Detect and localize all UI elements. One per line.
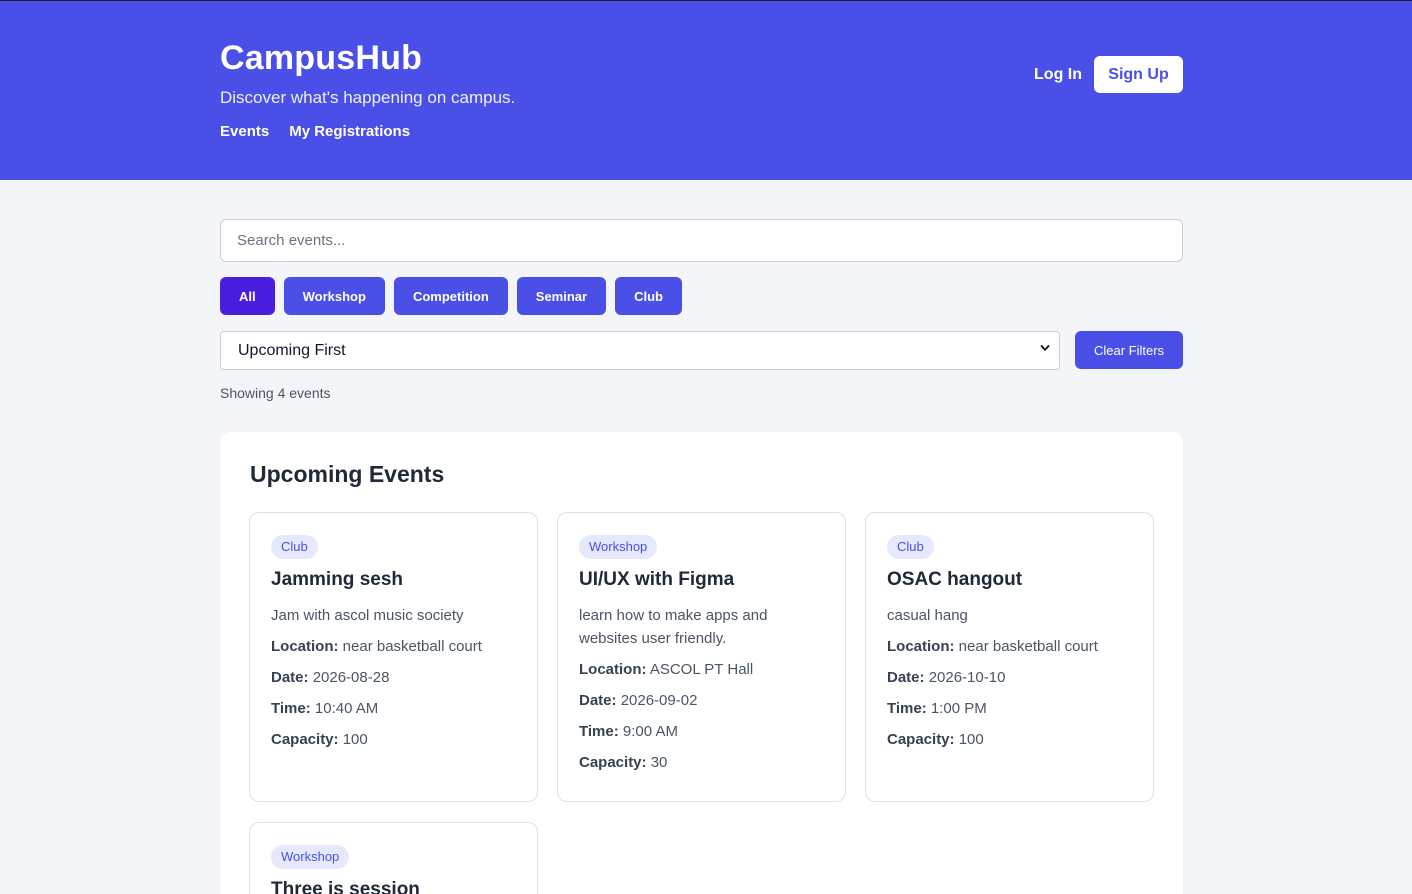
event-title: OSAC hangout	[887, 569, 1023, 590]
event-capacity: Capacity: 30	[579, 754, 668, 771]
event-date: Date: 2026-08-28	[271, 669, 390, 686]
sort-select[interactable]: Upcoming First	[220, 331, 1060, 370]
results-count: Showing 4 events	[220, 385, 331, 401]
filter-chip-workshop[interactable]: Workshop	[283, 277, 385, 315]
event-capacity: Capacity: 100	[887, 731, 984, 748]
event-location: Location: near basketball court	[887, 638, 1098, 655]
brand-tagline: Discover what's happening on campus.	[220, 88, 516, 107]
event-time: Time: 1:00 PM	[887, 700, 987, 717]
events-panel: Upcoming Events Club Jamming sesh Jam wi…	[220, 432, 1183, 894]
event-location: Location: ASCOL PT Hall	[579, 661, 754, 678]
event-card[interactable]: Club Jamming sesh Jam with ascol music s…	[249, 512, 538, 802]
event-description: Jam with ascol music society	[271, 607, 464, 624]
event-card[interactable]: Workshop Three is session	[249, 822, 538, 894]
chevron-down-icon	[1040, 345, 1050, 351]
event-description: casual hang	[887, 607, 968, 624]
signup-button[interactable]: Sign Up	[1094, 56, 1183, 93]
category-badge: Club	[887, 535, 934, 559]
event-title: Jamming sesh	[271, 569, 403, 590]
category-badge: Workshop	[579, 535, 658, 559]
sort-select-value: Upcoming First	[238, 341, 346, 359]
event-time: Time: 9:00 AM	[579, 723, 678, 740]
event-date: Date: 2026-09-02	[579, 692, 698, 709]
event-description: learn how to make apps and websites user…	[579, 607, 768, 647]
nav-my-registrations-link[interactable]: My Registrations	[289, 123, 410, 140]
brand-title: CampusHub	[220, 39, 423, 77]
category-badge: Workshop	[271, 845, 350, 869]
event-card[interactable]: Club OSAC hangout casual hang Location: …	[865, 512, 1154, 802]
event-location: Location: near basketball court	[271, 638, 482, 655]
filter-chip-seminar[interactable]: Seminar	[516, 277, 607, 315]
category-filter-group: All Workshop Competition Seminar Club	[220, 277, 682, 315]
event-date: Date: 2026-10-10	[887, 669, 1006, 686]
filter-chip-all[interactable]: All	[220, 277, 275, 315]
filter-chip-club[interactable]: Club	[615, 277, 682, 315]
site-header: CampusHub Discover what's happening on c…	[0, 1, 1412, 180]
nav-events-link[interactable]: Events	[220, 123, 269, 140]
search-input[interactable]	[220, 219, 1183, 262]
event-card[interactable]: Workshop UI/UX with Figma learn how to m…	[557, 512, 846, 802]
event-capacity: Capacity: 100	[271, 731, 368, 748]
login-button[interactable]: Log In	[1034, 66, 1082, 84]
event-title: UI/UX with Figma	[579, 569, 735, 590]
main-nav: Events My Registrations	[220, 123, 410, 140]
filter-chip-competition[interactable]: Competition	[393, 277, 508, 315]
auth-actions: Log In Sign Up	[1034, 56, 1183, 93]
event-title: Three is session	[271, 879, 420, 894]
category-badge: Club	[271, 535, 318, 559]
event-time: Time: 10:40 AM	[271, 700, 379, 717]
clear-filters-button[interactable]: Clear Filters	[1075, 331, 1183, 369]
section-title: Upcoming Events	[250, 461, 445, 487]
